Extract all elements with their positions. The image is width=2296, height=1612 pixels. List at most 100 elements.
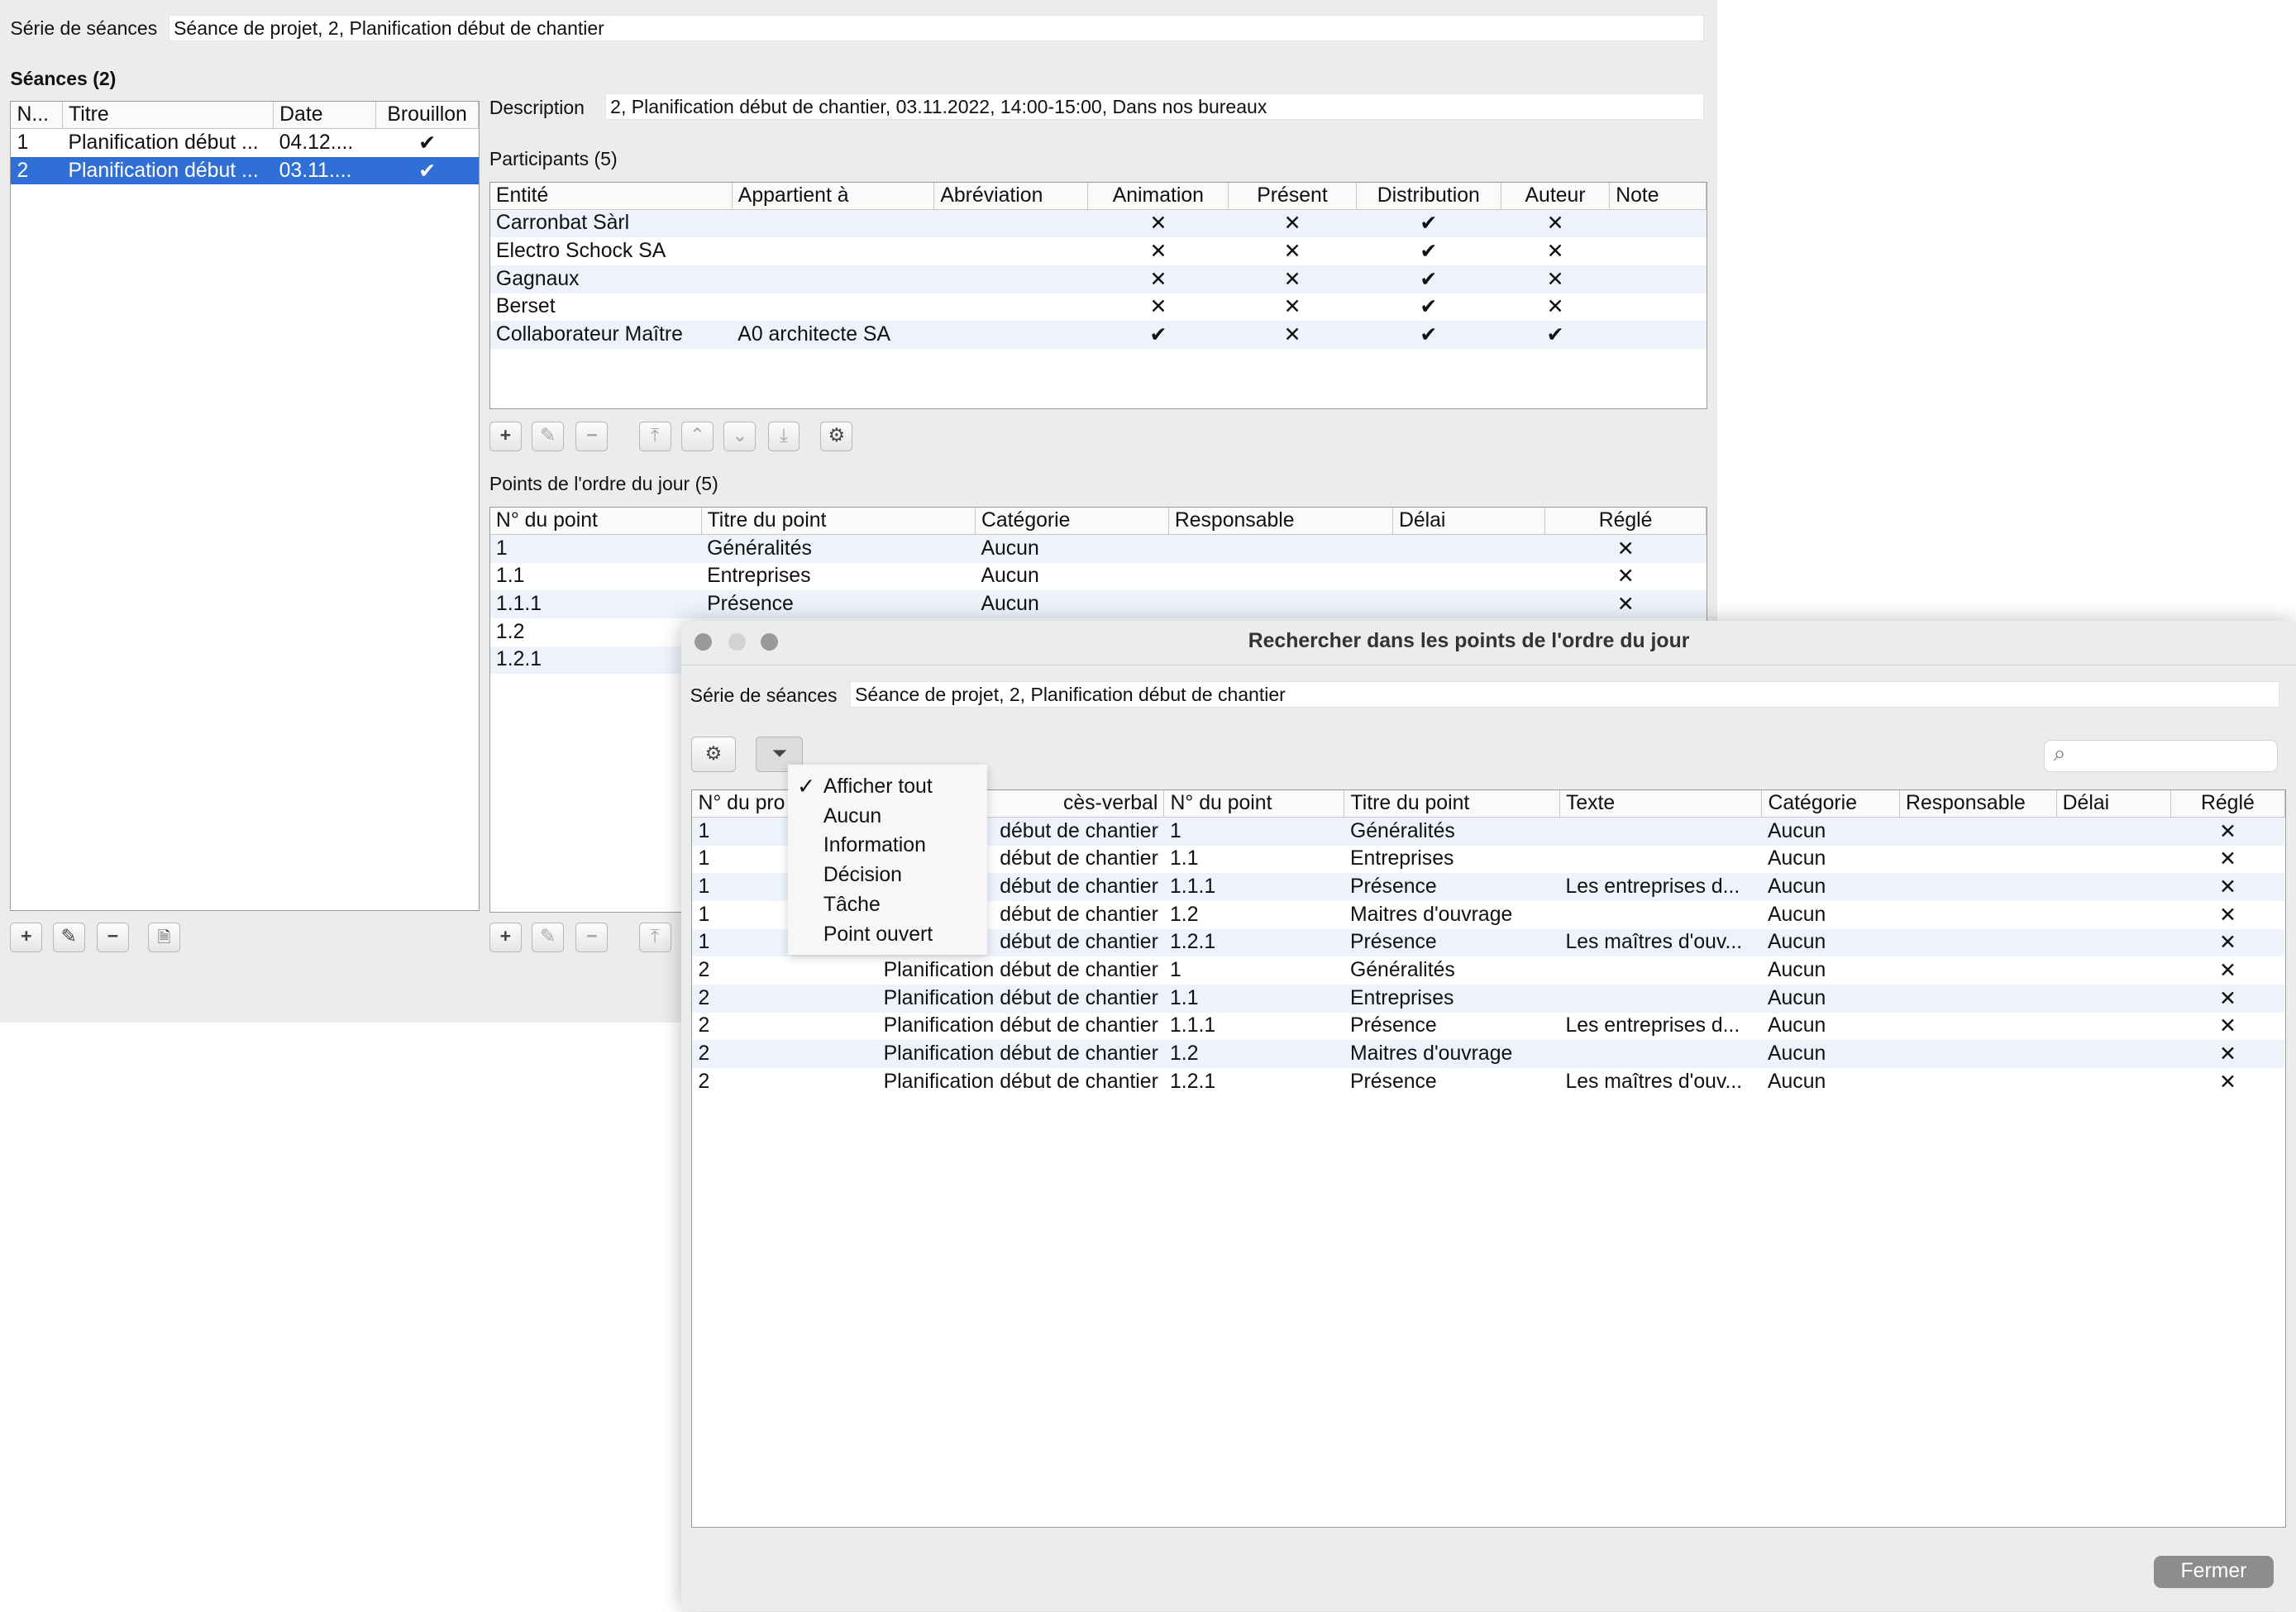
col-header-texte[interactable]: Texte	[1559, 790, 1763, 818]
cell-delai	[2056, 1040, 2171, 1068]
move-down-button[interactable]: ⌄	[723, 422, 757, 451]
table-row[interactable]: Electro Schock SA ✕ ✕ ✔ ✕	[490, 237, 1706, 265]
description-field[interactable]: 2, Planification début de chantier, 03.1…	[604, 93, 1704, 121]
cell-titre: Présence	[1349, 1070, 1437, 1093]
col-header-entite[interactable]: Entité	[489, 182, 733, 210]
participants-table[interactable]: Entité Appartient à Abréviation Animatio…	[489, 181, 1707, 409]
col-header-n[interactable]: N...	[11, 102, 63, 130]
cell-delai	[2056, 928, 2171, 957]
table-row[interactable]: Gagnaux ✕ ✕ ✔ ✕	[489, 265, 1706, 293]
cell-cat: Aucun	[1761, 928, 1900, 957]
cell-num: 1	[1170, 959, 1181, 982]
table-row[interactable]: 2 Planification début de chantier 1.2.1 Pré…	[692, 1068, 2284, 1096]
cell-resp	[1899, 873, 2057, 901]
col-header-note[interactable]: Note	[1609, 182, 1706, 210]
table-row[interactable]: Carronbat Sàrl ✕ ✕ ✔ ✕	[489, 209, 1706, 238]
menu-item-decision[interactable]: Décision	[788, 861, 987, 890]
menu-item-aucun[interactable]: Aucun	[788, 802, 987, 832]
table-row[interactable]: 1.1.1 Présence Aucun ✕	[489, 590, 1706, 618]
table-row[interactable]: 2 Planification début ... 03.11.... ✔	[11, 156, 479, 185]
table-row[interactable]: Collaborateur Maître A0 architecte SA ✔ ✕ ✔ ✔	[489, 321, 1706, 349]
menu-item-point-ouvert[interactable]: Point ouvert	[788, 920, 987, 950]
table-row[interactable]: 1 Généralités Aucun ✕	[489, 534, 1706, 563]
menu-item-information[interactable]: Information	[788, 831, 987, 861]
table-row[interactable]: Berset ✕ ✕ ✔ ✕	[490, 293, 1706, 322]
search-input[interactable]: ⌕	[2043, 739, 2279, 772]
cell-texte: Les entreprises d...	[1559, 873, 1762, 901]
col-header-responsable[interactable]: Responsable	[1899, 790, 2057, 818]
cell-date: 03.11....	[273, 156, 376, 185]
col-header-regle[interactable]: Réglé	[2170, 790, 2285, 818]
remove-participant-button[interactable]: −	[575, 422, 609, 451]
col-header-num[interactable]: N° du point	[1163, 790, 1345, 818]
edit-point-button[interactable]: ✎	[532, 923, 565, 952]
zoom-window-icon[interactable]	[760, 632, 778, 651]
close-button[interactable]: Fermer	[2153, 1555, 2275, 1588]
col-header-date[interactable]: Date	[273, 102, 377, 130]
chevron-up-icon: ⌃	[689, 424, 706, 446]
point-move-top-button[interactable]: ⤒	[638, 923, 671, 952]
col-header-categorie[interactable]: Catégorie	[975, 508, 1169, 536]
table-row[interactable]: 2 Planification début de chantier 1.1.1 Pré…	[692, 1013, 2284, 1041]
col-header-brouillon[interactable]: Brouillon	[375, 102, 479, 130]
col-header-auteur[interactable]: Auteur	[1501, 182, 1611, 210]
col-header-appartient[interactable]: Appartient à	[732, 182, 935, 210]
col-header-num[interactable]: N° du point	[489, 508, 702, 536]
seances-table[interactable]: N... Titre Date Brouillon 1 Planificatio…	[10, 101, 480, 912]
menu-item-tache[interactable]: Tâche	[788, 890, 987, 920]
remove-button[interactable]: −	[96, 923, 129, 952]
cell-auteur: ✔	[1501, 321, 1610, 349]
col-header-distribution[interactable]: Distribution	[1356, 182, 1501, 210]
cell-appartient: A0 architecte SA	[732, 321, 934, 349]
minimize-window-icon[interactable]	[728, 632, 746, 651]
table-row[interactable]: 2 Planification début de chantier 1.2 Maitr…	[692, 1040, 2285, 1068]
cell-n: 2	[11, 156, 63, 185]
add-point-button[interactable]: +	[489, 923, 522, 952]
col-header-animation[interactable]: Animation	[1087, 182, 1229, 210]
edit-button[interactable]: ✎	[52, 923, 85, 952]
cell-abrev	[934, 237, 1088, 265]
menu-item-afficher-tout[interactable]: ✓ Afficher tout	[788, 772, 987, 802]
cell-resp	[1899, 1013, 2056, 1041]
col-header-regle[interactable]: Réglé	[1544, 508, 1706, 536]
move-top-button[interactable]: ⤒	[638, 422, 671, 451]
table-row[interactable]: 2 Planification début de chantier 1.1 Entre…	[692, 984, 2285, 1013]
col-header-titre[interactable]: Titre	[62, 102, 274, 130]
cell-regle: ✕	[1616, 565, 1635, 589]
serie-field[interactable]: Séance de projet, 2, Planification début…	[168, 14, 1704, 41]
cell-titre: Maitres d'ouvrage	[1344, 1040, 1560, 1068]
dialog-serie-field[interactable]: Séance de projet, 2, Planification début…	[849, 680, 2280, 708]
cell-num: 1.2.1	[1163, 928, 1344, 957]
minus-icon: −	[586, 424, 598, 446]
table-row[interactable]: 2 Planification début de chantier 1 Général…	[692, 956, 2284, 985]
col-header-abreviation[interactable]: Abréviation	[933, 182, 1089, 210]
cell-brouillon: ✔	[418, 131, 436, 155]
cell-distribution: ✔	[1356, 265, 1501, 293]
add-participant-button[interactable]: +	[489, 422, 522, 451]
move-up-button[interactable]: ⌃	[680, 422, 714, 451]
cell-cat: Aucun	[975, 534, 1169, 563]
participant-settings-button[interactable]: ⚙	[820, 422, 853, 451]
col-header-titre[interactable]: Titre du point	[701, 508, 976, 536]
col-header-delai[interactable]: Délai	[1392, 508, 1546, 536]
cell-titre: Planification début ...	[62, 156, 274, 185]
cell-resp	[1899, 956, 2056, 985]
edit-participant-button[interactable]: ✎	[532, 422, 565, 451]
col-header-delai[interactable]: Délai	[2056, 790, 2171, 818]
document-menu-button[interactable]: 🗎	[147, 923, 180, 952]
table-row[interactable]: 1.1 Entreprises Aucun ✕	[490, 563, 1706, 591]
chevron-down-icon: ⌄	[732, 424, 748, 446]
search-field[interactable]	[2076, 743, 2274, 767]
remove-point-button[interactable]: −	[575, 923, 609, 952]
col-header-categorie[interactable]: Catégorie	[1761, 790, 1900, 818]
col-header-responsable[interactable]: Responsable	[1168, 508, 1393, 536]
double-chevron-up-icon: ⤒	[650, 925, 660, 947]
close-window-icon[interactable]	[694, 632, 713, 651]
col-header-present[interactable]: Présent	[1228, 182, 1357, 210]
pencil-icon: ✎	[60, 925, 77, 947]
add-menu-button[interactable]: +	[10, 923, 43, 952]
col-header-titre[interactable]: Titre du point	[1344, 790, 1560, 818]
table-row[interactable]: 1 Planification début ... 04.12.... ✔	[11, 129, 478, 157]
dialog-settings-button[interactable]: ⚙	[691, 737, 736, 772]
move-bottom-button[interactable]: ⤓	[767, 422, 800, 451]
